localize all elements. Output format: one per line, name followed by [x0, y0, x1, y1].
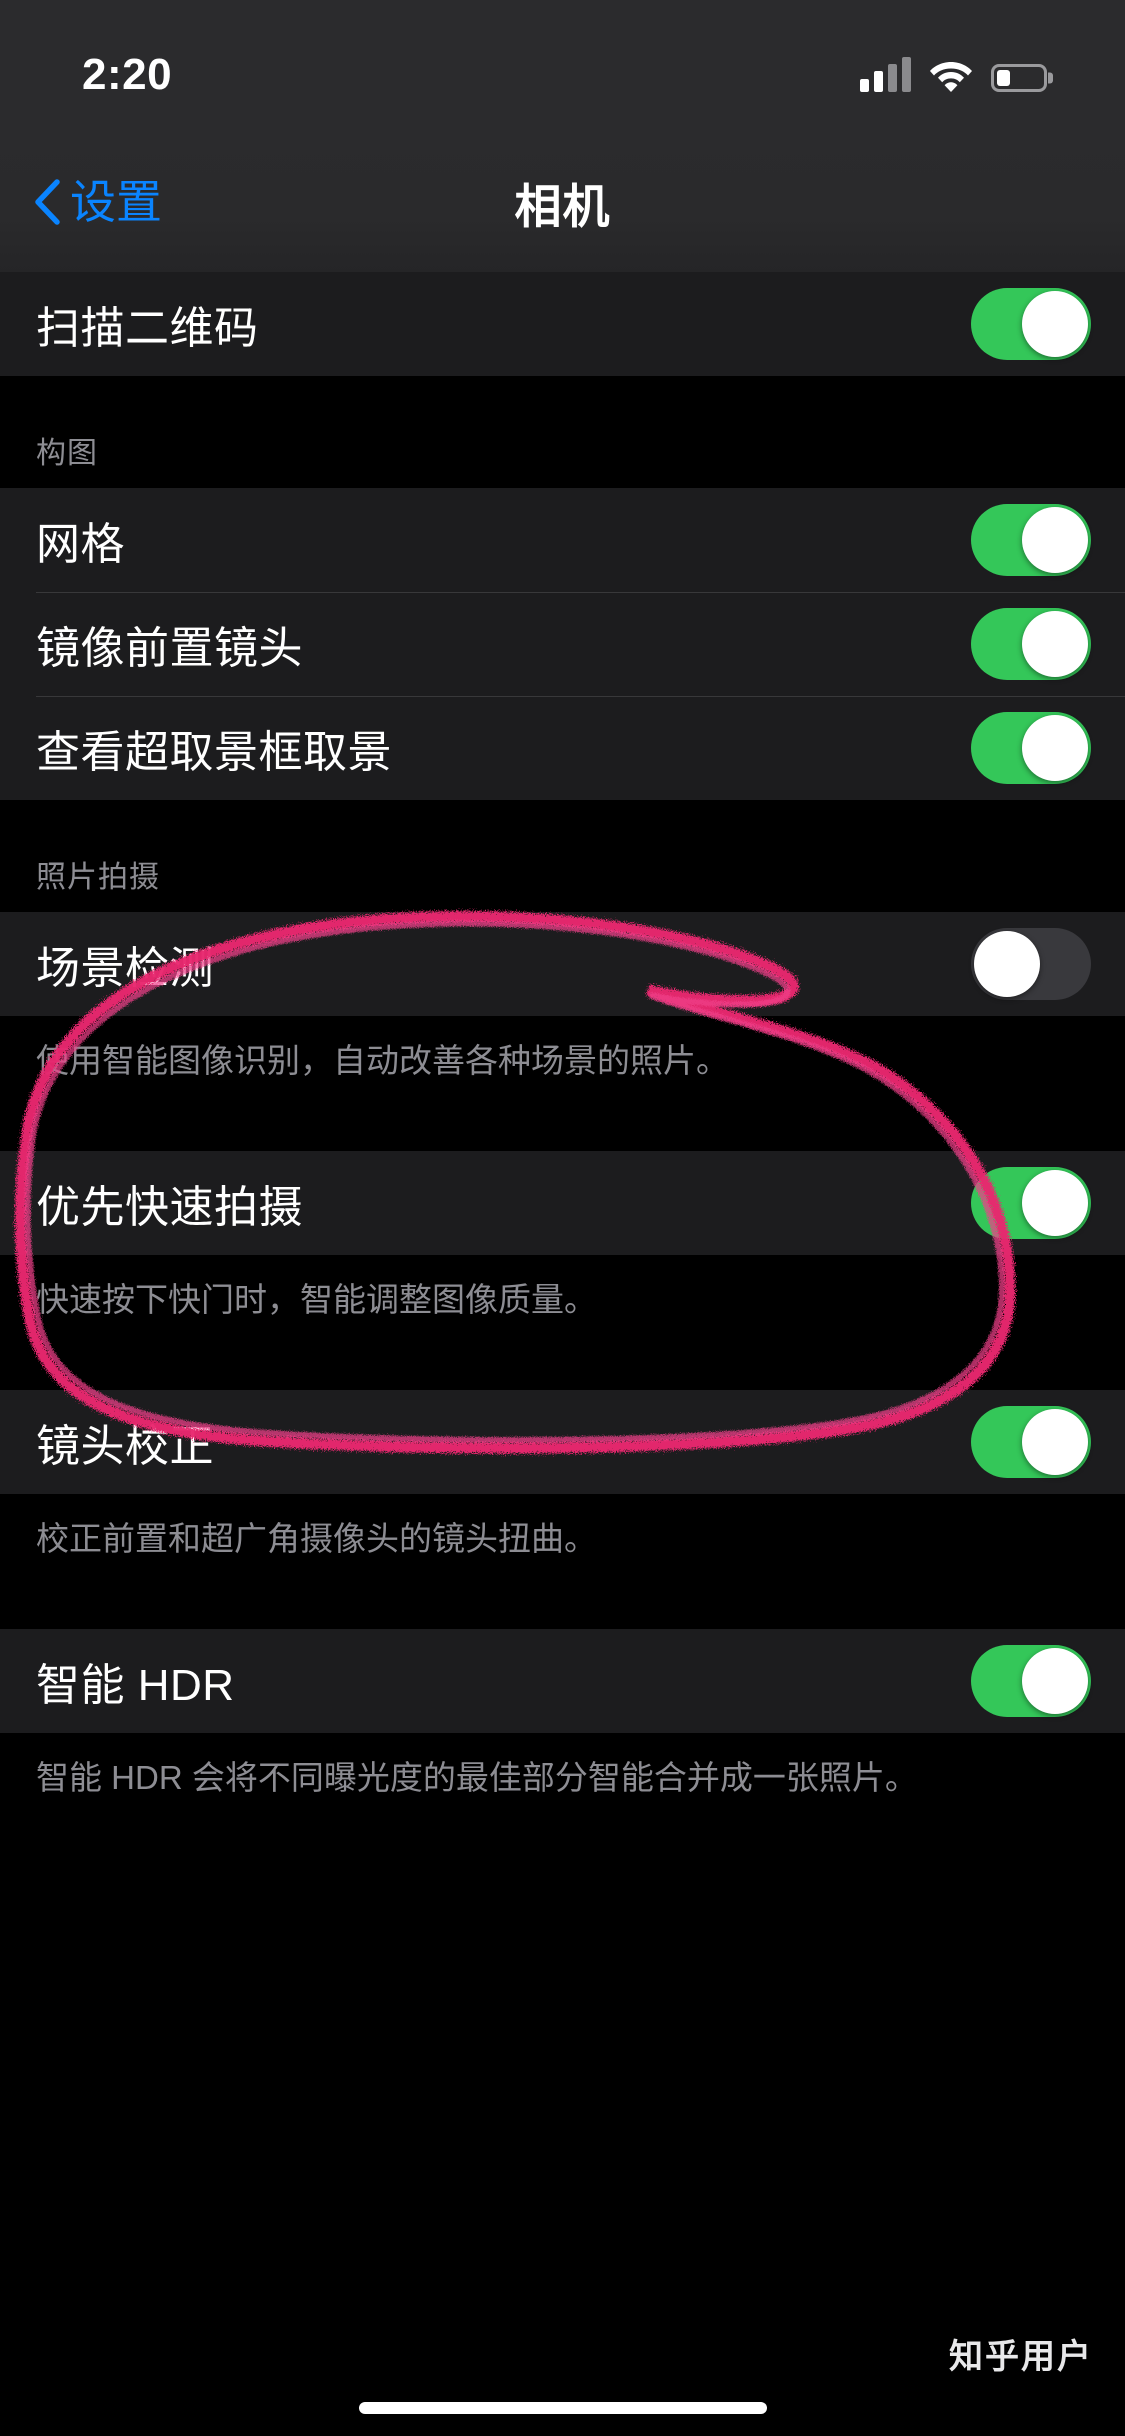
section-gap — [0, 1353, 1125, 1390]
back-button[interactable]: 设置 — [34, 179, 162, 225]
section-footer-lens-correction: 校正前置和超广角摄像头的镜头扭曲。 — [0, 1493, 1125, 1593]
setting-row-scene-detection[interactable]: 场景检测 — [0, 912, 1125, 1016]
toggle-knob — [1022, 291, 1088, 357]
section-gap — [0, 1592, 1125, 1629]
setting-label: 智能 HDR — [36, 1660, 235, 1710]
setting-row-scan-qr[interactable]: 扫描二维码 — [0, 272, 1125, 376]
toggle-switch-lens-correction[interactable] — [971, 1405, 1091, 1478]
chevron-left-icon — [35, 179, 60, 225]
toggle-knob — [1022, 715, 1088, 781]
section-footer-fast-shooting: 快速按下快门时，智能调整图像质量。 — [0, 1254, 1125, 1354]
section-header-composition: 构图 — [0, 376, 1125, 488]
setting-label: 扫描二维码 — [36, 304, 259, 353]
toggle-knob — [1022, 1408, 1088, 1475]
toggle-switch-scan-qr[interactable] — [971, 288, 1091, 360]
page-title: 相机 — [514, 179, 611, 233]
cellular-signal-icon — [860, 57, 911, 92]
navigation-bar: 设置 相机 — [0, 132, 1125, 272]
toggle-switch-view-outside-frame[interactable] — [971, 712, 1091, 784]
toggle-switch-smart-hdr[interactable] — [971, 1644, 1091, 1717]
setting-label: 查看超取景框取景 — [36, 728, 392, 777]
toggle-switch-grid[interactable] — [971, 504, 1091, 576]
toggle-switch-prioritize-faster-shooting[interactable] — [971, 1166, 1091, 1239]
settings-group-lens-correction: 镜头校正 — [0, 1389, 1125, 1494]
settings-list: 扫描二维码 构图 网格 镜像前置镜头 查看超取景框取景 照片拍摄 场景检测 使用… — [0, 272, 1125, 1832]
section-gap — [0, 1114, 1125, 1151]
setting-label: 网格 — [36, 520, 125, 569]
toggle-knob — [974, 931, 1040, 997]
status-bar-clock: 2:20 — [82, 50, 173, 99]
watermark-label: 知乎用户 — [949, 2338, 1093, 2376]
section-header-photo-capture: 照片拍摄 — [0, 800, 1125, 912]
setting-label: 镜头校正 — [36, 1421, 214, 1471]
toggle-knob — [1022, 1647, 1088, 1714]
home-indicator — [358, 2402, 767, 2414]
settings-group-photo-capture: 场景检测 — [0, 912, 1125, 1016]
setting-row-smart-hdr[interactable]: 智能 HDR — [0, 1628, 1125, 1733]
setting-row-prioritize-faster-shooting[interactable]: 优先快速拍摄 — [0, 1150, 1125, 1255]
setting-label: 场景检测 — [36, 944, 214, 993]
status-bar-indicators — [860, 40, 1047, 92]
section-footer-smart-hdr: 智能 HDR 会将不同曝光度的最佳部分智能合并成一张照片。 — [0, 1732, 1125, 1832]
setting-row-lens-correction[interactable]: 镜头校正 — [0, 1389, 1125, 1494]
settings-group-scan: 扫描二维码 — [0, 272, 1125, 376]
settings-group-fast-shooting: 优先快速拍摄 — [0, 1150, 1125, 1255]
section-footer-scene-detection: 使用智能图像识别，自动改善各种场景的照片。 — [0, 1016, 1125, 1115]
setting-label: 优先快速拍摄 — [36, 1182, 303, 1232]
setting-row-mirror-front-camera[interactable]: 镜像前置镜头 — [0, 592, 1125, 696]
toggle-knob — [1022, 1169, 1088, 1236]
iphone-settings-screen: 2:20 设置 相机 扫描二维码 构图 网格 镜像前置镜头 查看超取景框取景 照… — [0, 0, 1125, 2436]
setting-row-grid[interactable]: 网格 — [0, 488, 1125, 592]
toggle-switch-scene-detection[interactable] — [971, 928, 1091, 1000]
toggle-knob — [1022, 507, 1088, 573]
wifi-icon — [929, 58, 973, 92]
toggle-switch-mirror-front-camera[interactable] — [971, 608, 1091, 680]
status-bar: 2:20 — [0, 0, 1125, 132]
settings-group-smart-hdr: 智能 HDR — [0, 1628, 1125, 1733]
toggle-knob — [1022, 611, 1088, 677]
battery-icon — [991, 64, 1047, 92]
setting-row-view-outside-frame[interactable]: 查看超取景框取景 — [0, 696, 1125, 800]
back-button-label: 设置 — [70, 176, 162, 228]
settings-group-composition: 网格 镜像前置镜头 查看超取景框取景 — [0, 488, 1125, 800]
setting-label: 镜像前置镜头 — [36, 624, 303, 673]
